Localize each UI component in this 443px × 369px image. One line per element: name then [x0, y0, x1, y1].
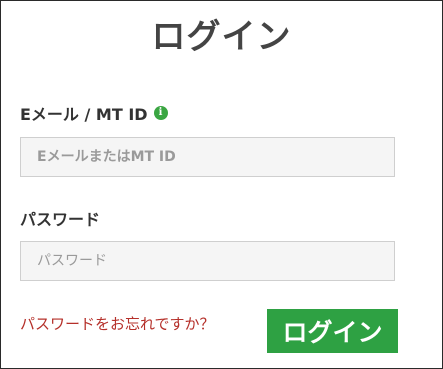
- info-icon[interactable]: i: [153, 106, 168, 120]
- password-field[interactable]: [20, 241, 395, 281]
- login-button[interactable]: ログイン: [267, 309, 398, 353]
- page-title: ログイン: [151, 17, 292, 57]
- forgot-password-link[interactable]: パスワードをお忘れですか？: [20, 313, 215, 334]
- email-label-row: Eメール / MT ID i: [20, 101, 168, 125]
- email-field[interactable]: [20, 137, 395, 177]
- password-label: パスワード: [20, 210, 101, 229]
- email-label: Eメール / MT ID: [20, 105, 148, 124]
- login-panel: ログイン Eメール / MT ID i パスワード パスワードをお忘れですか？ …: [0, 0, 443, 369]
